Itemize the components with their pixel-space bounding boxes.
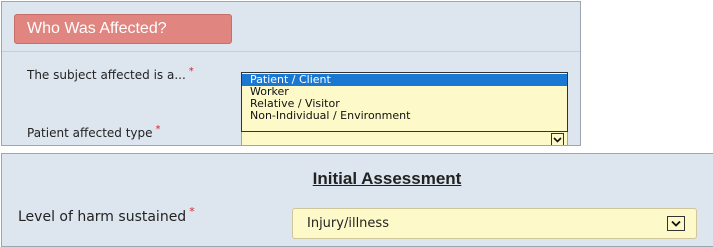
dropdown-option-patient-client[interactable]: Patient / Client — [242, 74, 567, 86]
header-divider — [2, 51, 580, 52]
who-was-affected-panel: Who Was Affected? The subject affected i… — [1, 1, 581, 146]
initial-assessment-title: Initial Assessment — [312, 169, 462, 188]
subject-affected-label: The subject affected is a... * — [27, 66, 194, 82]
required-marker: * — [155, 124, 161, 135]
chevron-down-icon[interactable] — [667, 216, 685, 231]
level-of-harm-value: Injury/illness — [307, 216, 389, 231]
initial-assessment-panel: Initial Assessment Level of harm sustain… — [1, 153, 713, 247]
chevron-down-icon[interactable] — [551, 133, 564, 145]
level-of-harm-label-text: Level of harm sustained — [18, 209, 187, 225]
subject-affected-label-text: The subject affected is a... — [27, 68, 186, 82]
level-of-harm-select[interactable]: Injury/illness — [292, 208, 697, 239]
section-header: Who Was Affected? — [14, 14, 232, 44]
dropdown-option-non-individual-environment[interactable]: Non-Individual / Environment — [242, 110, 567, 122]
level-of-harm-label: Level of harm sustained * — [18, 205, 195, 225]
section-header-title: Who Was Affected? — [27, 20, 167, 37]
patient-affected-type-label-text: Patient affected type — [27, 126, 153, 140]
required-marker: * — [188, 66, 194, 77]
patient-affected-type-label: Patient affected type * — [27, 124, 161, 140]
required-marker: * — [189, 205, 195, 218]
subject-affected-dropdown-list[interactable]: Patient / Client Worker Relative / Visit… — [241, 72, 568, 132]
